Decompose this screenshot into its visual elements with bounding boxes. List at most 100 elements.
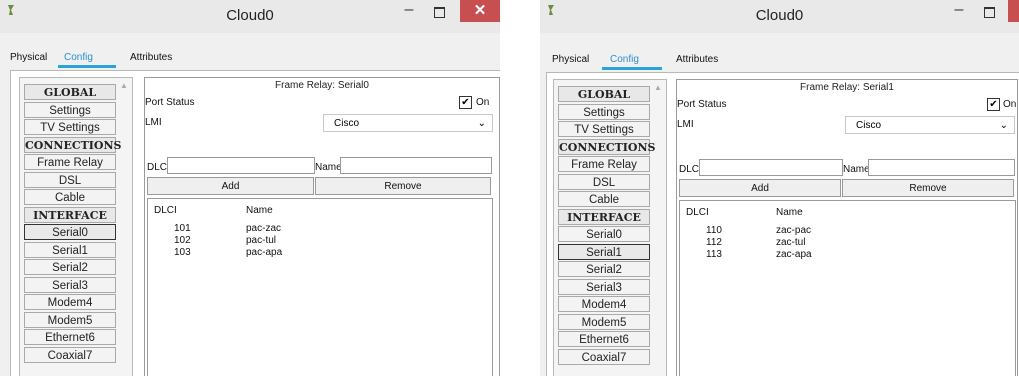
tab-config[interactable]: Config [610, 54, 639, 65]
sidebar: ▲ GLOBAL Settings TV Settings CONNECTIONS Fr… [19, 77, 133, 376]
sidebar-item[interactable]: Serial3 [24, 276, 116, 293]
close-button[interactable] [1008, 0, 1019, 22]
lmi-label: LMI [145, 117, 162, 128]
tab-config[interactable]: Config [64, 52, 93, 63]
tab-physical[interactable]: Physical [552, 54, 589, 65]
sidebar-item[interactable]: Ethernet6 [24, 329, 116, 345]
dlci-cell[interactable]: 102 [174, 235, 191, 246]
minimize-button[interactable]: – [948, 2, 970, 23]
sidebar: ▲ GLOBAL Settings TV Settings CONNECTIONS Fr… [553, 79, 667, 376]
sidebar-section-header: GLOBAL [24, 84, 116, 100]
tab-attributes[interactable]: Attributes [676, 54, 718, 65]
frame-relay-panel: Frame Relay: Serial1 Port Status ✔ On LM… [676, 79, 1018, 376]
scroll-up-icon[interactable]: ▲ [120, 81, 128, 90]
name-column-header[interactable]: Name [246, 205, 273, 216]
title-bar[interactable]: Cloud0 – ✕ [0, 0, 500, 33]
sidebar-section-header: INTERFACE [558, 208, 650, 225]
lmi-value: Cisco [334, 118, 360, 129]
sidebar-item[interactable]: Settings [558, 103, 650, 120]
name-label: Name [315, 162, 342, 173]
dlci-input[interactable] [699, 159, 843, 176]
sidebar-item[interactable]: Modem5 [24, 311, 116, 328]
title-bar[interactable]: Cloud0 – [540, 0, 1019, 33]
sidebar-item[interactable]: Modem4 [558, 296, 650, 312]
name-column-header[interactable]: Name [776, 207, 803, 218]
sidebar-item[interactable]: Serial0 [24, 224, 116, 240]
port-on-checkbox[interactable]: ✔ [987, 98, 1000, 111]
dlci-cell[interactable]: 101 [174, 223, 191, 234]
on-label: On [476, 97, 490, 108]
name-input[interactable] [868, 159, 1015, 176]
scroll-up-icon[interactable]: ▲ [654, 83, 662, 92]
remove-button[interactable]: Remove [315, 177, 491, 195]
lmi-select[interactable]: Cisco ⌄ [845, 116, 1015, 134]
sidebar-item[interactable]: Serial3 [558, 278, 650, 295]
sidebar-item[interactable]: Serial2 [24, 259, 116, 275]
cloud0-window-left: Cloud0 – ✕ Physical Config Attributes ▲ … [0, 0, 500, 376]
chevron-down-icon: ⌄ [999, 120, 1008, 131]
chevron-down-icon: ⌄ [477, 118, 486, 129]
sidebar-section-header: GLOBAL [558, 86, 650, 102]
tab-selected-indicator [58, 65, 116, 68]
sidebar-item[interactable]: Coaxial7 [558, 348, 650, 365]
port-status-label: Port Status [677, 99, 727, 110]
lmi-label: LMI [677, 119, 694, 130]
maximize-button[interactable] [428, 3, 450, 23]
dlci-cell[interactable]: 113 [706, 249, 722, 260]
sidebar-item[interactable]: DSL [24, 171, 116, 188]
frame-relay-title: Frame Relay: Serial1 [800, 82, 894, 93]
sidebar-section-header: INTERFACE [24, 206, 116, 223]
sidebar-item[interactable]: Ethernet6 [558, 331, 650, 347]
sidebar-item[interactable]: Cable [24, 189, 116, 205]
sidebar-item[interactable]: Modem5 [558, 313, 650, 330]
sidebar-item[interactable]: Cable [558, 191, 650, 207]
name-cell[interactable]: pac-zac [246, 223, 281, 234]
sidebar-item[interactable]: Settings [24, 101, 116, 118]
dlci-cell[interactable]: 110 [706, 225, 722, 236]
maximize-button[interactable] [978, 3, 1000, 23]
sidebar-item[interactable]: DSL [558, 173, 650, 190]
name-input[interactable] [340, 157, 492, 174]
frame-relay-title: Frame Relay: Serial0 [275, 80, 369, 91]
sidebar-item[interactable]: TV Settings [24, 119, 116, 135]
add-button[interactable]: Add [147, 177, 314, 195]
tab-selected-indicator [602, 67, 662, 70]
tab-attributes[interactable]: Attributes [130, 52, 172, 63]
sidebar-item[interactable]: Serial0 [558, 226, 650, 242]
dlci-cell[interactable]: 103 [174, 247, 191, 258]
tab-physical[interactable]: Physical [10, 52, 47, 63]
sidebar-item[interactable]: Serial2 [558, 261, 650, 277]
config-panel: ▲ GLOBAL Settings TV Settings CONNECTIONS Fr… [10, 70, 500, 376]
remove-button[interactable]: Remove [842, 179, 1014, 197]
dlci-table: DLCI Name 101 pac-zac 102 pac-tul 103 pac-apa [147, 198, 493, 376]
dlci-table: DLCI Name 110 zac-pac 112 zac-tul 113 zac-apa [679, 200, 1016, 376]
port-status-label: Port Status [145, 97, 195, 108]
dlci-cell[interactable]: 112 [706, 237, 722, 248]
name-cell[interactable]: zac-tul [776, 237, 805, 248]
close-button[interactable]: ✕ [460, 0, 500, 22]
sidebar-item[interactable]: Serial1 [24, 241, 116, 258]
dlci-column-header[interactable]: DLCI [686, 207, 709, 218]
sidebar-item[interactable]: TV Settings [558, 121, 650, 137]
name-cell[interactable]: pac-tul [246, 235, 276, 246]
name-cell[interactable]: zac-apa [776, 249, 812, 260]
sidebar-section-header: CONNECTIONS [558, 138, 656, 155]
lmi-value: Cisco [856, 120, 882, 131]
frame-relay-panel: Frame Relay: Serial0 Port Status ✔ On LM… [144, 77, 500, 376]
dlci-column-header[interactable]: DLCI [154, 205, 177, 216]
sidebar-section-header: CONNECTIONS [24, 136, 122, 153]
name-cell[interactable]: pac-apa [246, 247, 282, 258]
dlci-input[interactable] [167, 157, 315, 174]
lmi-select[interactable]: Cisco ⌄ [323, 114, 493, 132]
cloud0-window-right: Cloud0 – Physical Config Attributes ▲ GL… [540, 0, 1019, 376]
port-on-checkbox[interactable]: ✔ [459, 96, 472, 109]
name-cell[interactable]: zac-pac [776, 225, 811, 236]
minimize-button[interactable]: – [398, 2, 420, 23]
window-title: Cloud0 [226, 7, 274, 24]
sidebar-item[interactable]: Frame Relay [558, 156, 650, 172]
sidebar-item[interactable]: Serial1 [558, 243, 650, 260]
sidebar-item[interactable]: Modem4 [24, 294, 116, 310]
sidebar-item[interactable]: Frame Relay [24, 154, 116, 170]
add-button[interactable]: Add [679, 179, 841, 197]
sidebar-item[interactable]: Coaxial7 [24, 346, 116, 363]
